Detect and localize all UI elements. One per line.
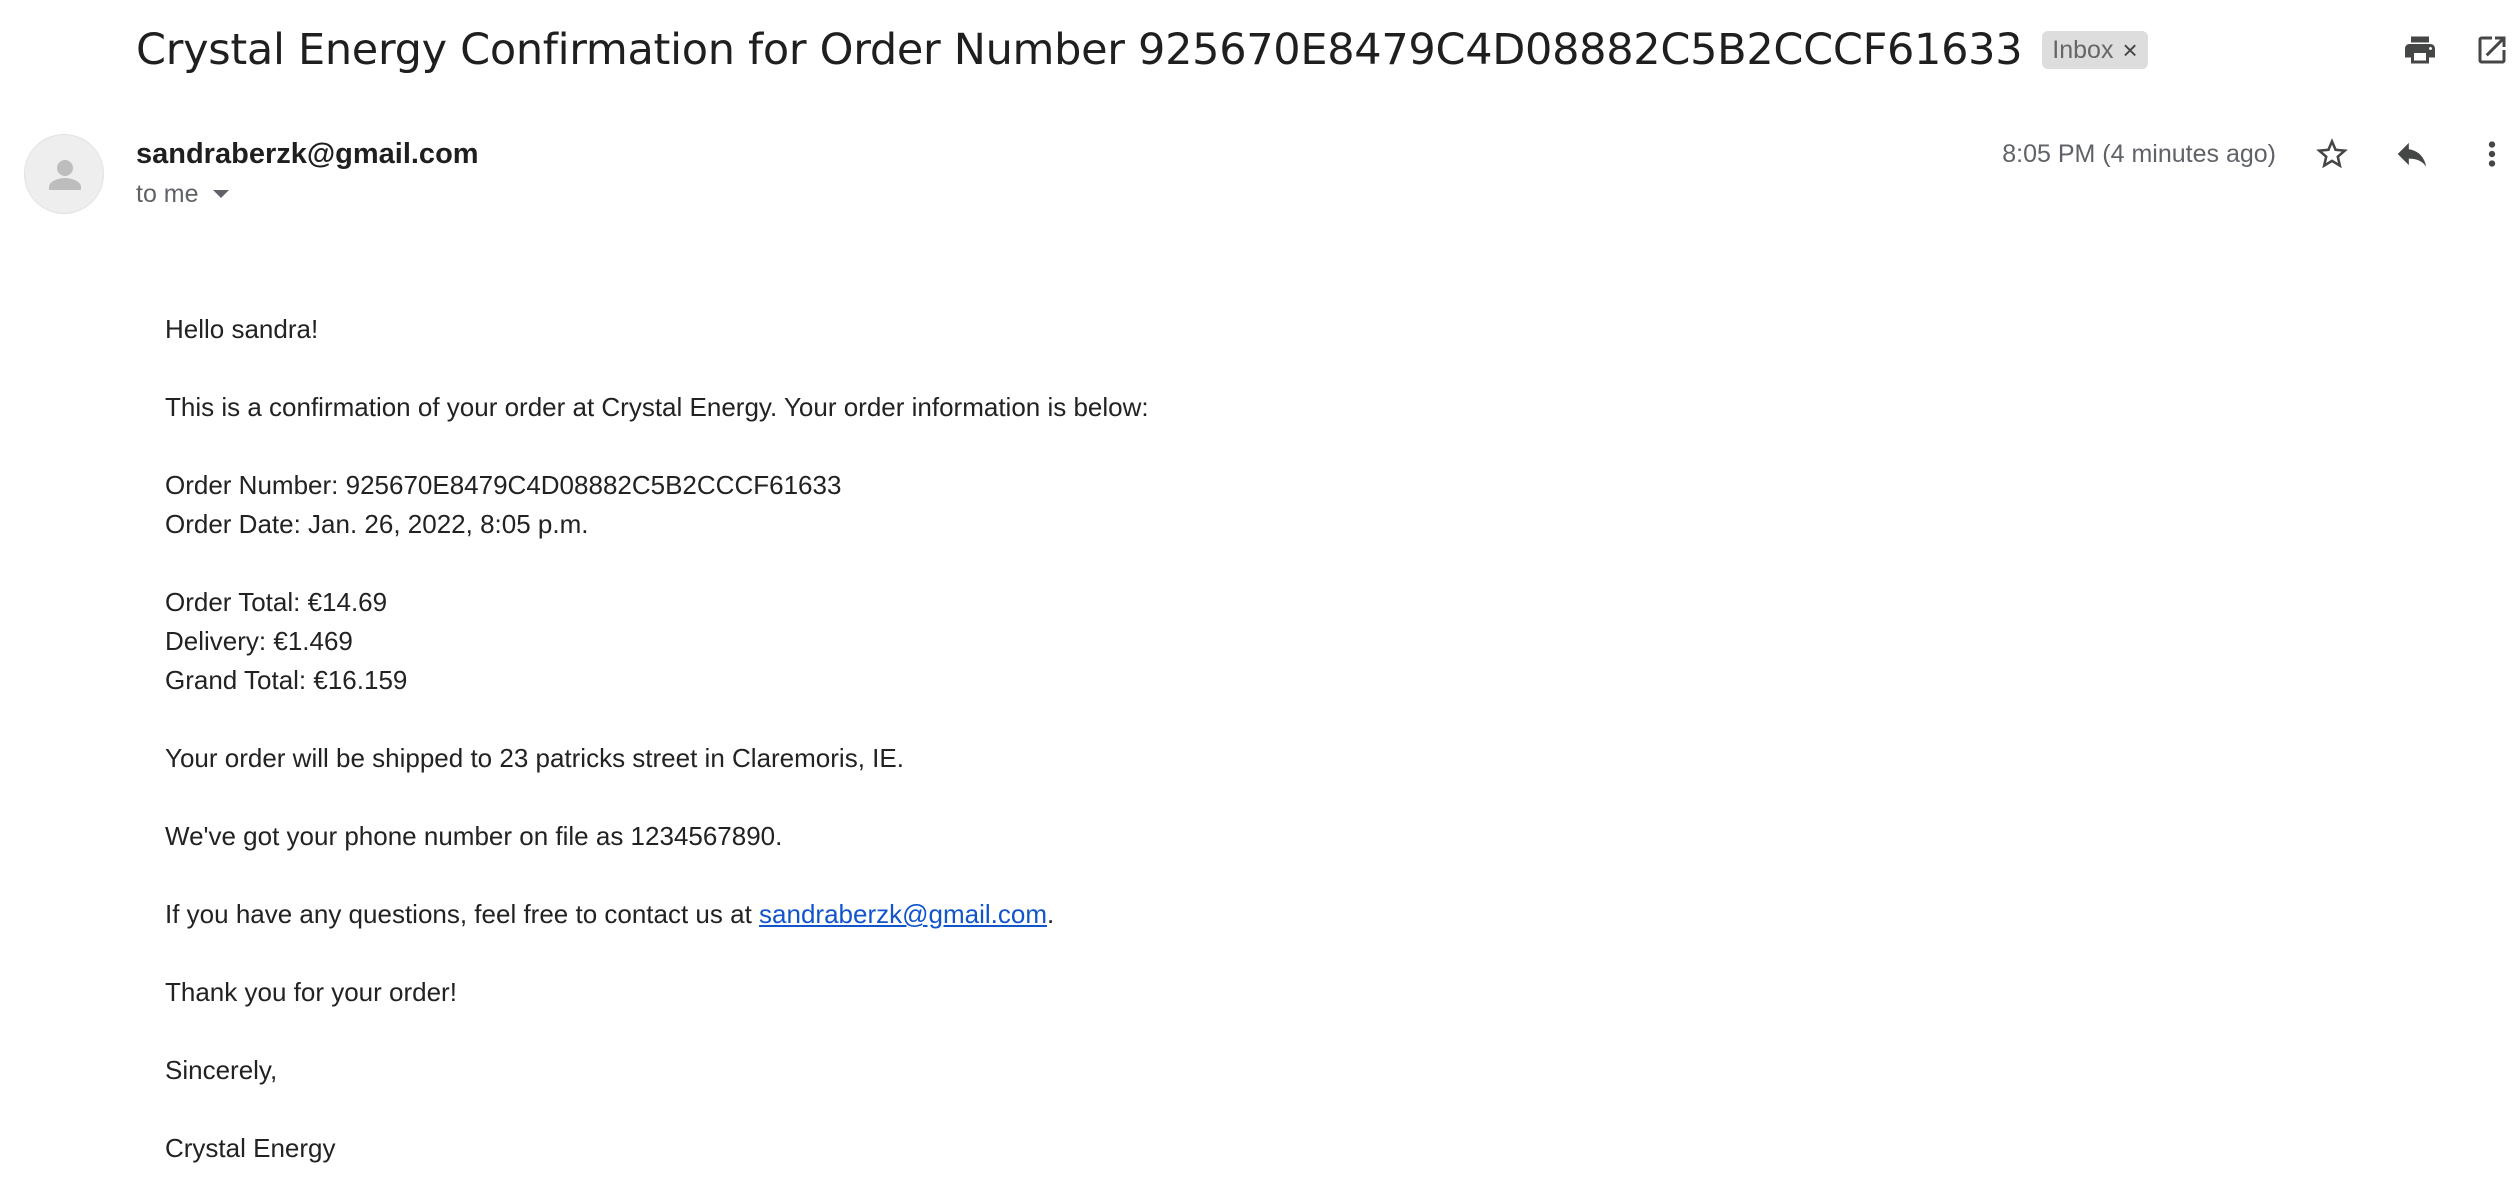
thread-actions bbox=[2394, 24, 2520, 76]
recipient-label: to me bbox=[136, 180, 199, 208]
grand-total: Grand Total: €16.159 bbox=[165, 665, 408, 695]
greeting: Hello sandra! bbox=[165, 314, 319, 344]
phone-info: We've got your phone number on file as 1… bbox=[165, 821, 783, 851]
order-date: Order Date: Jan. 26, 2022, 8:05 p.m. bbox=[165, 509, 589, 539]
subject-row: Crystal Energy Confirmation for Order Nu… bbox=[136, 18, 2148, 82]
sender-email[interactable]: sandraberzk@gmail.com bbox=[136, 134, 479, 174]
message-body: Hello sandra! This is a confirmation of … bbox=[165, 310, 1149, 1168]
sender-block: sandraberzk@gmail.com to me bbox=[136, 134, 479, 212]
email-view: Crystal Energy Confirmation for Order Nu… bbox=[0, 0, 2520, 1179]
message-actions: 8:05 PM (4 minutes ago) bbox=[2002, 128, 2520, 180]
contact-prefix: If you have any questions, feel free to … bbox=[165, 899, 760, 929]
intro-text: This is a confirmation of your order at … bbox=[165, 392, 1149, 422]
contact-email-link[interactable]: sandraberzk@gmail.com bbox=[759, 899, 1047, 929]
reply-icon[interactable] bbox=[2386, 128, 2438, 180]
label-text: Inbox bbox=[2052, 35, 2114, 64]
message-timestamp: 8:05 PM (4 minutes ago) bbox=[2002, 139, 2276, 168]
order-total: Order Total: €14.69 bbox=[165, 587, 388, 617]
person-avatar-icon bbox=[49, 160, 81, 190]
recipient-details-toggle[interactable]: to me bbox=[136, 176, 479, 212]
open-in-new-window-icon[interactable] bbox=[2466, 24, 2518, 76]
remove-label-button[interactable]: × bbox=[2122, 37, 2137, 63]
email-subject: Crystal Energy Confirmation for Order Nu… bbox=[136, 25, 2023, 75]
star-icon[interactable] bbox=[2306, 128, 2358, 180]
sender-avatar[interactable] bbox=[24, 134, 104, 214]
inbox-label-chip[interactable]: Inbox × bbox=[2042, 31, 2148, 69]
shipping-info: Your order will be shipped to 23 patrick… bbox=[165, 743, 904, 773]
more-vertical-icon[interactable] bbox=[2466, 128, 2518, 180]
order-number: Order Number: 925670E8479C4D08882C5B2CCC… bbox=[165, 470, 842, 500]
contact-line: If you have any questions, feel free to … bbox=[165, 895, 1149, 934]
delivery-cost: Delivery: €1.469 bbox=[165, 626, 353, 656]
closing-text: Sincerely, bbox=[165, 1055, 278, 1085]
caret-down-icon bbox=[212, 190, 229, 198]
print-icon[interactable] bbox=[2394, 24, 2446, 76]
signature: Crystal Energy bbox=[165, 1133, 336, 1163]
contact-suffix: . bbox=[1046, 899, 1055, 929]
thanks-text: Thank you for your order! bbox=[165, 977, 457, 1007]
